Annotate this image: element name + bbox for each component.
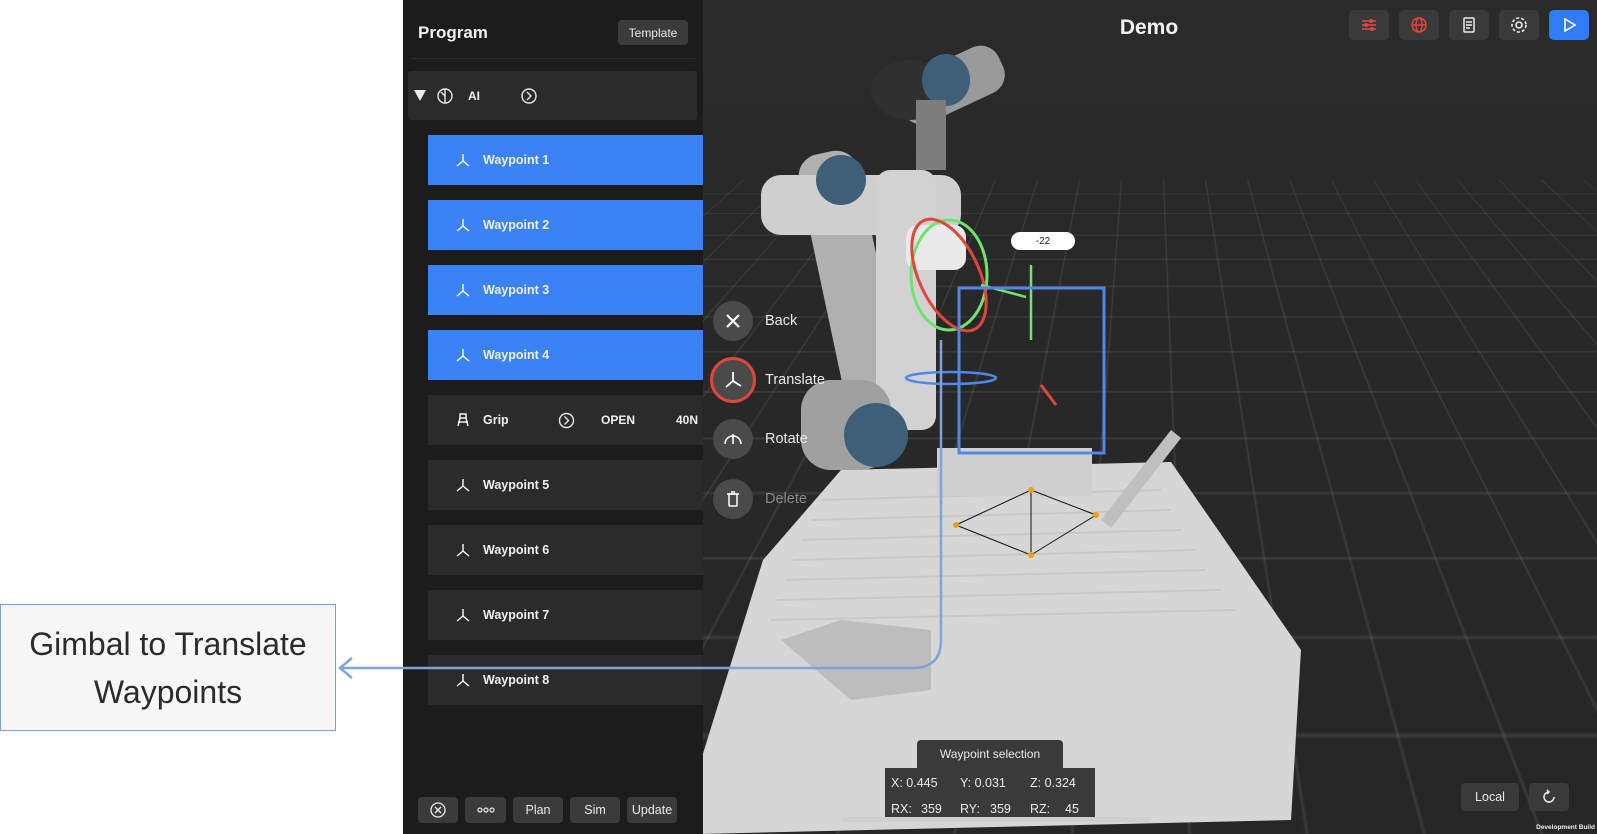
top-toolbar [1349, 10, 1589, 40]
translate-button[interactable] [710, 357, 756, 403]
radial-rotate-item[interactable]: Rotate [713, 419, 808, 459]
coord-y: Y: 0.031 [960, 776, 1006, 790]
3d-viewport[interactable]: -22 Demo Back Translate Rotate Delete Wa… [701, 0, 1597, 834]
close-icon [726, 314, 740, 328]
sliders-icon [1361, 18, 1377, 32]
rotate-button[interactable] [713, 419, 753, 459]
home-indicator [841, 817, 1151, 822]
coord-z: Z: 0.324 [1030, 776, 1076, 790]
delete-button[interactable] [713, 479, 753, 519]
radial-translate-item[interactable]: Translate [710, 357, 825, 403]
waypoint-selection-tab[interactable]: Waypoint selection [917, 740, 1063, 768]
translate-axes-icon [723, 370, 743, 390]
rotate-label: Rotate [765, 431, 808, 447]
coord-rx: 359 [921, 802, 942, 816]
globe-icon [1411, 17, 1427, 33]
scene-illustration [701, 0, 1597, 834]
radial-back-item[interactable]: Back [713, 301, 797, 341]
play-icon [1562, 18, 1576, 32]
coord-ry: 359 [990, 802, 1011, 816]
globe-button[interactable] [1399, 10, 1439, 40]
delete-label: Delete [765, 491, 807, 507]
refresh-icon [1541, 789, 1557, 805]
coord-x: X: 0.445 [891, 776, 938, 790]
coord-rz: 45 [1065, 802, 1079, 816]
sliders-button[interactable] [1349, 10, 1389, 40]
settings-button[interactable] [1499, 10, 1539, 40]
back-label: Back [765, 313, 797, 329]
gizmo-value-label: -22 [1011, 232, 1075, 250]
run-button[interactable] [1549, 10, 1589, 40]
reset-view-button[interactable] [1529, 783, 1569, 811]
local-frame-button[interactable]: Local [1461, 783, 1519, 811]
screen: Gimbal to Translate Waypoints -22 Demo B… [0, 0, 1597, 834]
back-button[interactable] [713, 301, 753, 341]
dev-build-label: Development Build [1536, 824, 1595, 831]
document-button[interactable] [1449, 10, 1489, 40]
callout-connector-panel [403, 0, 703, 834]
callout-arrow [0, 0, 403, 834]
trash-icon [726, 491, 740, 507]
gear-icon [1510, 16, 1528, 34]
app-window: -22 Demo Back Translate Rotate Delete Wa… [403, 0, 1597, 834]
radial-delete-item[interactable]: Delete [713, 479, 807, 519]
coord-rx-label: RX: [891, 802, 912, 816]
translate-label: Translate [765, 372, 825, 388]
rotate-icon [722, 430, 744, 448]
document-icon [1462, 17, 1476, 33]
coord-ry-label: RY: [960, 802, 980, 816]
coord-rz-label: RZ: [1030, 802, 1050, 816]
coordinates-panel: X: 0.445 Y: 0.031 Z: 0.324 RX: 359 RY: 3… [885, 768, 1095, 822]
bin [937, 448, 1092, 496]
